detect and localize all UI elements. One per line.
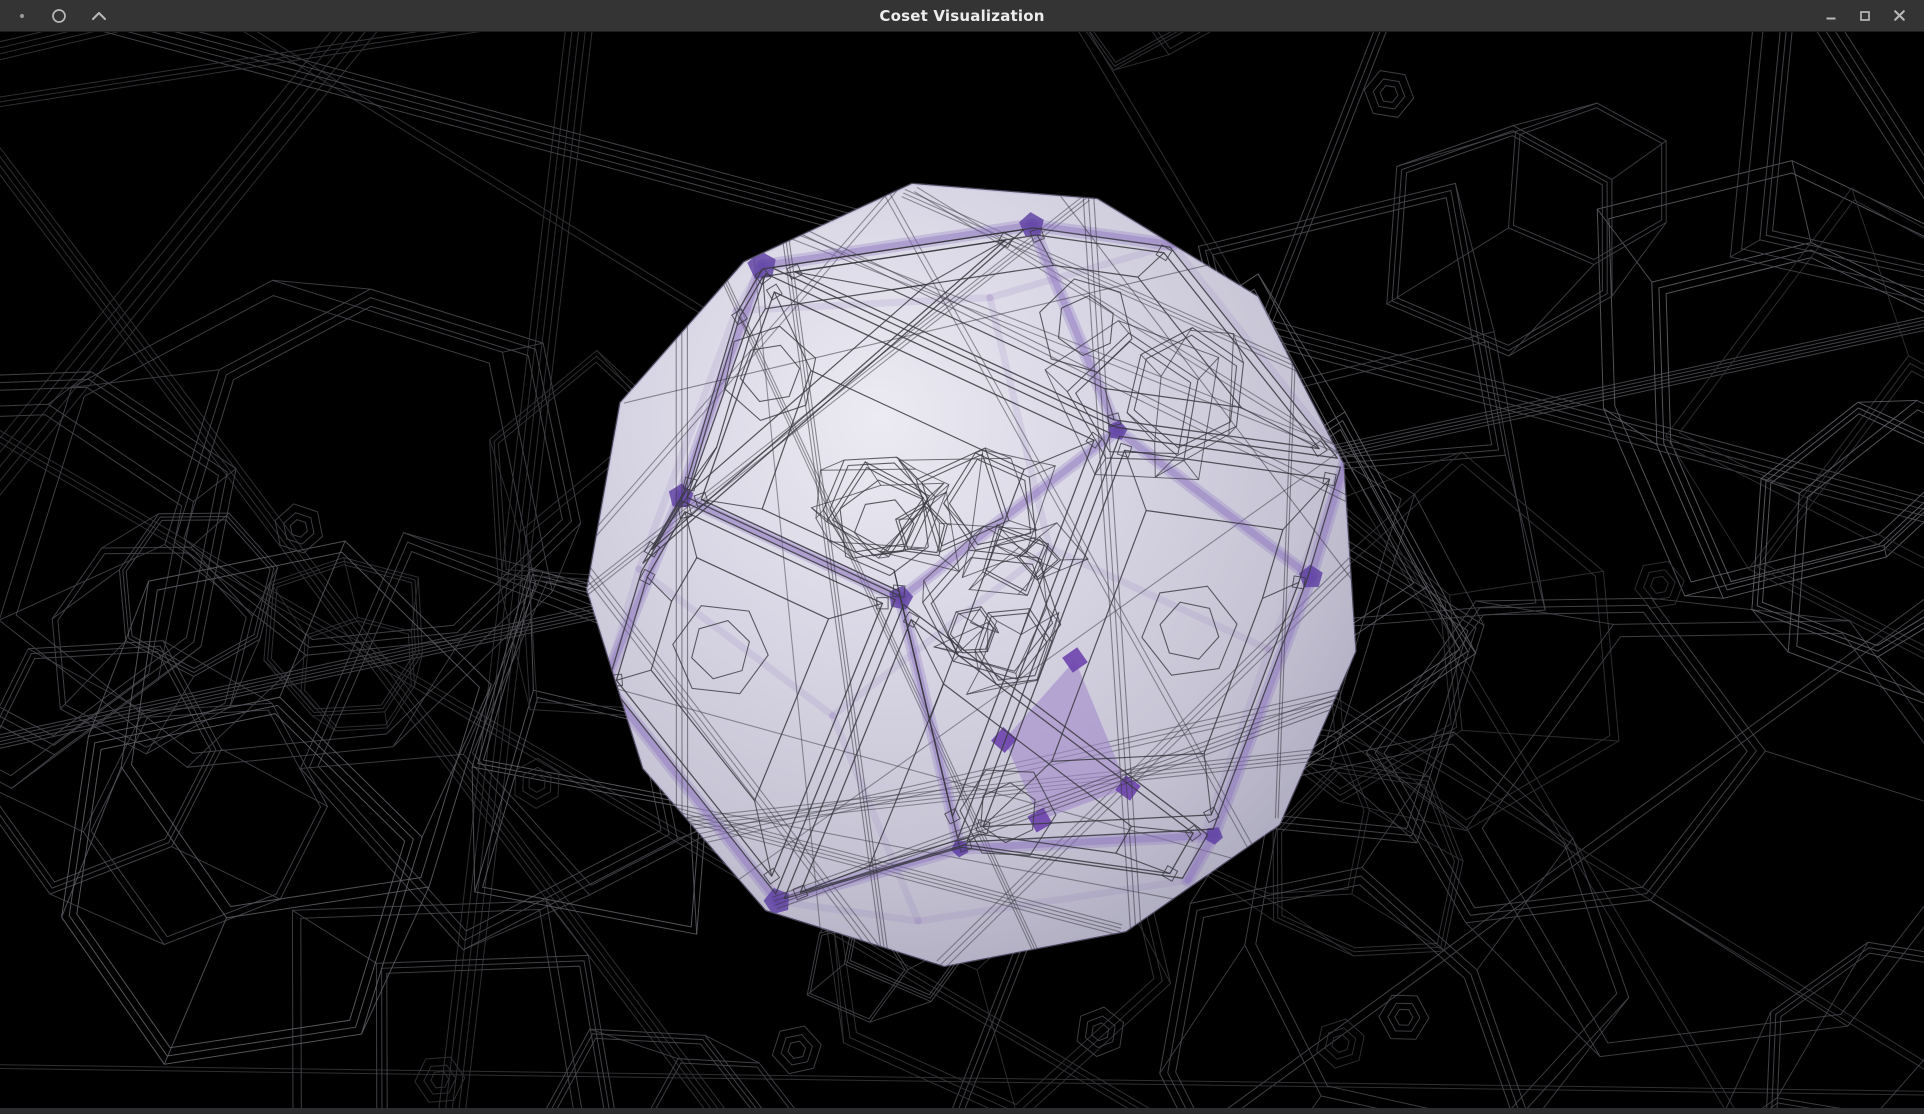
- titlebar-left-controls: [10, 3, 114, 29]
- app-window: Coset Visualization: [0, 0, 1924, 1114]
- chevron-up-icon: [91, 11, 107, 21]
- close-icon: [1893, 9, 1906, 22]
- title-bar[interactable]: Coset Visualization: [0, 0, 1924, 32]
- maximize-icon: [1859, 10, 1871, 22]
- circle-icon: [51, 8, 67, 24]
- scene-3d-canvas[interactable]: [0, 32, 1924, 1108]
- titlebar-right-controls: [1816, 3, 1914, 29]
- titlebar-circle-button[interactable]: [44, 3, 74, 29]
- titlebar-dot-button[interactable]: [10, 3, 34, 29]
- close-button[interactable]: [1884, 3, 1914, 29]
- window-bottom-border: [0, 1108, 1924, 1114]
- minimize-icon: [1825, 10, 1837, 22]
- viewport-3d[interactable]: [0, 32, 1924, 1108]
- window-title: Coset Visualization: [879, 7, 1044, 25]
- minimize-button[interactable]: [1816, 3, 1846, 29]
- maximize-button[interactable]: [1850, 3, 1880, 29]
- dot-icon: [18, 12, 26, 20]
- titlebar-expand-button[interactable]: [84, 3, 114, 29]
